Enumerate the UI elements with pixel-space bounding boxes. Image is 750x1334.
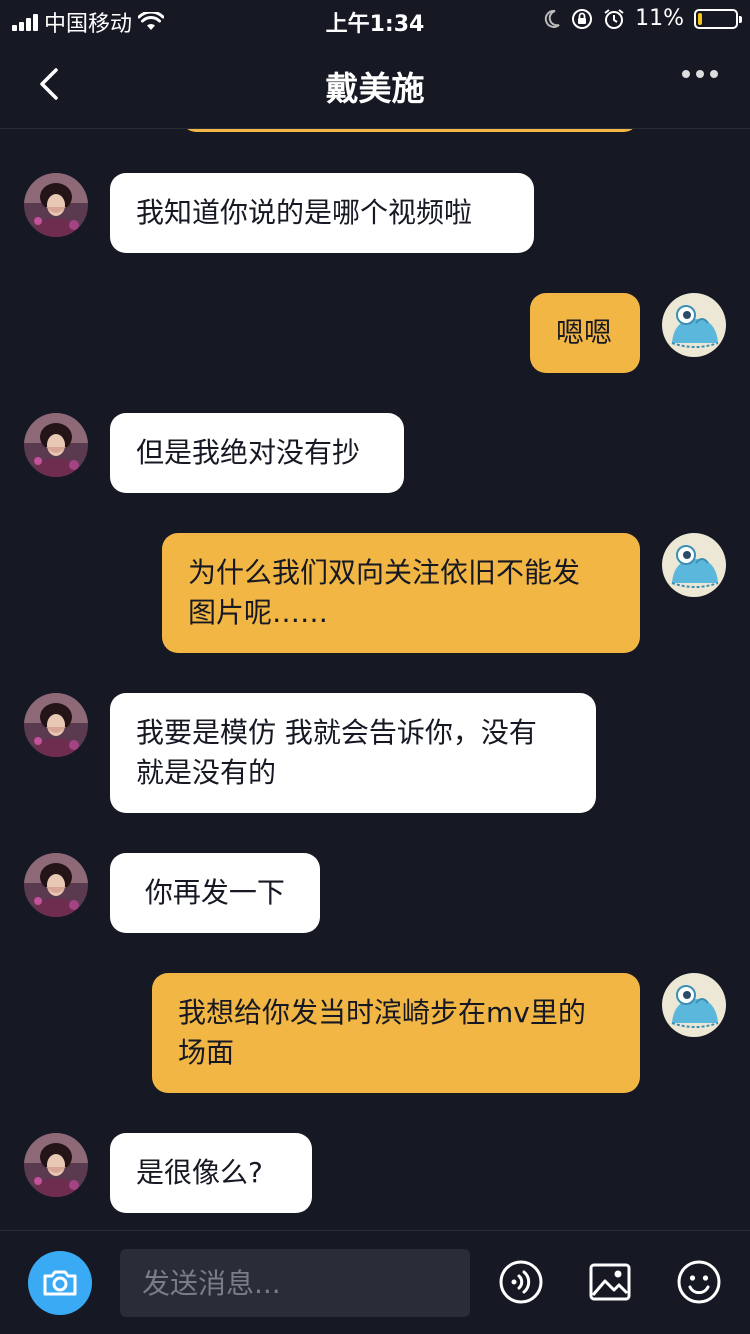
my-avatar[interactable] — [662, 293, 726, 357]
battery-level — [698, 12, 702, 25]
status-right: 11% — [543, 6, 742, 31]
image-icon[interactable] — [587, 1259, 633, 1305]
received-message-bubble[interactable]: 我要是模仿 我就会告诉你，没有 就是没有的 — [110, 693, 596, 813]
message-row: 我想给你发当时滨崎步在mv里的 场面 — [0, 973, 750, 1093]
camera-icon — [43, 1270, 77, 1296]
camera-button[interactable] — [28, 1251, 92, 1315]
message-row: 为什么我们双向关注依旧不能发 图片呢…… — [0, 533, 750, 653]
rotation-lock-icon — [572, 8, 593, 29]
message-row: 你再发一下 — [0, 853, 750, 933]
message-row: 我要是模仿 我就会告诉你，没有 就是没有的 — [0, 693, 750, 813]
received-message-bubble[interactable]: 你再发一下 — [110, 853, 320, 933]
received-message-bubble[interactable]: 但是我绝对没有抄 — [110, 413, 404, 493]
contact-avatar[interactable] — [24, 853, 88, 917]
moon-icon — [544, 9, 560, 28]
message-row: 是很像么? — [0, 1133, 750, 1213]
alarm-icon — [604, 8, 624, 29]
chat-screen: 中国移动 上午1:34 11% 戴美施 我知道你说的是哪个视频啦 嗯嗯 但是我绝… — [0, 0, 750, 1334]
emoji-icon[interactable] — [676, 1259, 722, 1305]
more-dots-icon[interactable] — [682, 70, 718, 78]
battery-percent: 11% — [635, 6, 684, 31]
message-row: 但是我绝对没有抄 — [0, 413, 750, 493]
received-message-bubble[interactable]: 我知道你说的是哪个视频啦 — [110, 173, 534, 253]
header: 戴美施 — [0, 40, 750, 129]
message-list[interactable]: 我知道你说的是哪个视频啦嗯嗯但是我绝对没有抄为什么我们双向关注依旧不能发 图片呢… — [0, 129, 750, 1229]
status-bar: 中国移动 上午1:34 11% — [0, 0, 750, 40]
received-message-bubble[interactable]: 是很像么? — [110, 1133, 312, 1213]
partial-message-bubble — [182, 129, 638, 132]
sent-message-bubble[interactable]: 我想给你发当时滨崎步在mv里的 场面 — [152, 973, 640, 1093]
my-avatar[interactable] — [662, 973, 726, 1037]
contact-avatar[interactable] — [24, 1133, 88, 1197]
battery-icon — [694, 8, 742, 29]
contact-avatar[interactable] — [24, 693, 88, 757]
my-avatar[interactable] — [662, 533, 726, 597]
sent-message-bubble[interactable]: 嗯嗯 — [530, 293, 640, 373]
message-row: 嗯嗯 — [0, 293, 750, 373]
message-row: 我知道你说的是哪个视频啦 — [0, 173, 750, 253]
contact-avatar[interactable] — [24, 413, 88, 477]
contact-avatar[interactable] — [24, 173, 88, 237]
page-title: 戴美施 — [325, 69, 425, 108]
voice-icon[interactable] — [498, 1259, 544, 1305]
input-bar — [0, 1230, 750, 1334]
message-input[interactable] — [120, 1249, 470, 1317]
sent-message-bubble[interactable]: 为什么我们双向关注依旧不能发 图片呢…… — [162, 533, 640, 653]
